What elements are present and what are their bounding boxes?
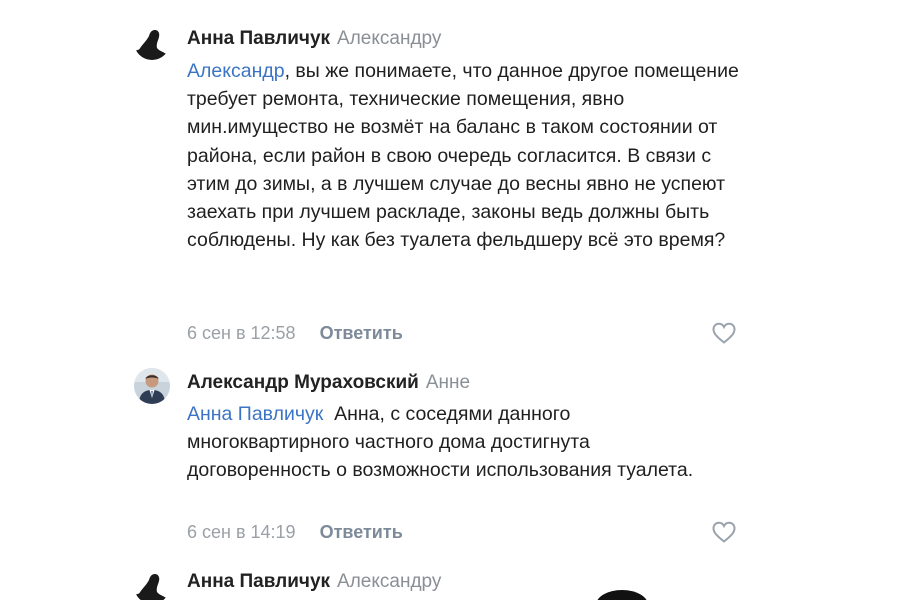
like-button[interactable] [711,520,737,544]
reply-to-label[interactable]: Александру [337,571,441,592]
comments-thread: Анна Павличук Александру Александр, вы же… [0,0,900,600]
man-in-suit-avatar-icon [134,368,170,404]
woman-silhouette-avatar-icon [134,568,170,600]
comment-text: Александр, вы же понимаете, что данное д… [187,57,747,254]
heart-icon [712,322,736,344]
like-button[interactable] [711,321,737,345]
comment-timestamp: 6 сен в 14:19 [187,522,296,542]
reply-button[interactable]: Ответить [320,323,403,343]
author-name[interactable]: Александр Мураховский [187,372,419,393]
reply-button[interactable]: Ответить [320,522,403,542]
mention-link[interactable]: Александр [187,60,285,82]
partial-avatar [596,590,648,600]
comment-text-content: , вы же понимаете, что данное другое пом… [187,60,739,252]
author-name[interactable]: Анна Павличук [187,571,330,592]
comment-text: Анна Павличук Анна, с соседями данного м… [187,400,727,485]
comment-header: Анна Павличук Александру [187,28,441,50]
avatar[interactable] [134,568,170,600]
reply-to-label[interactable]: Анне [426,372,470,393]
author-name[interactable]: Анна Павличук [187,28,330,49]
woman-silhouette-avatar-icon [134,24,170,60]
comment-meta: 6 сен в 14:19 Ответить [187,522,403,543]
reply-to-label[interactable]: Александру [337,28,441,49]
comment-header: Анна Павличук Александру [187,571,441,593]
comment-timestamp: 6 сен в 12:58 [187,323,296,343]
comment-header: Александр Мураховский Анне [187,372,470,394]
avatar[interactable] [134,24,170,60]
heart-icon [712,521,736,543]
mention-link[interactable]: Анна Павличук [187,403,323,425]
avatar[interactable] [134,368,170,404]
comment-meta: 6 сен в 12:58 Ответить [187,323,403,344]
